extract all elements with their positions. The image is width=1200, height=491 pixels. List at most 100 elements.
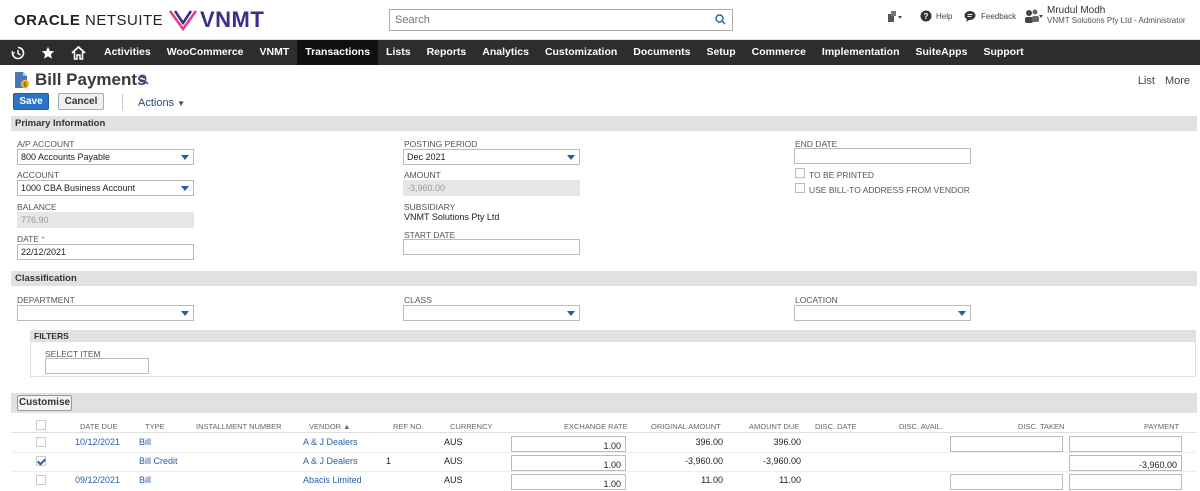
start-date-field[interactable] — [403, 239, 580, 255]
dropdown-arrow-icon — [181, 311, 189, 316]
cancel-button[interactable]: Cancel — [58, 93, 104, 110]
select-item-field[interactable] — [45, 358, 149, 374]
nav-item-analytics[interactable]: Analytics — [474, 40, 537, 65]
oracle-netsuite-logo[interactable]: ORACLE NETSUITE — [14, 12, 163, 29]
class-select[interactable] — [403, 305, 580, 321]
col-installment[interactable]: INSTALLMENT NUMBER — [196, 422, 282, 431]
row-apply-checkbox[interactable] — [36, 437, 46, 447]
to-be-printed-checkbox[interactable] — [795, 168, 805, 178]
end-date-field[interactable] — [794, 148, 971, 164]
department-select[interactable] — [17, 305, 194, 321]
row-vendor[interactable]: A & J Dealers — [303, 456, 358, 466]
row-exchange-rate[interactable]: 1.00 — [511, 474, 626, 490]
row-exchange-rate[interactable]: 1.00 — [511, 436, 626, 452]
recent-records-menu[interactable] — [886, 10, 902, 24]
row-apply-checkbox[interactable] — [36, 456, 46, 466]
account-select[interactable]: 1000 CBA Business Account — [17, 180, 194, 196]
customise-button[interactable]: Customise — [17, 395, 72, 411]
filters-panel: FILTERS SELECT ITEM — [30, 330, 1196, 377]
location-select[interactable] — [794, 305, 971, 321]
col-payment[interactable]: PAYMENT — [1144, 422, 1179, 431]
nav-item-transactions[interactable]: Transactions — [297, 40, 379, 65]
date-field[interactable]: 22/12/2021 — [17, 244, 194, 260]
nav-item-woocommerce[interactable]: WooCommerce — [159, 40, 252, 65]
row-disc-taken[interactable] — [950, 474, 1063, 490]
row-vendor[interactable]: Abacis Limited — [303, 475, 362, 485]
amount-field: -3,960.00 — [403, 180, 580, 196]
ap-account-select[interactable]: 800 Accounts Payable — [17, 149, 194, 165]
nav-item-vnmt[interactable]: VNMT — [252, 40, 298, 65]
posting-period-select[interactable]: Dec 2021 — [403, 149, 580, 165]
nav-item-customization[interactable]: Customization — [537, 40, 625, 65]
help-link[interactable]: ? Help — [920, 10, 952, 22]
main-nav: Activities WooCommerce VNMT Transactions Lis… — [0, 40, 1200, 65]
required-asterisk-icon: * — [41, 234, 45, 244]
ap-account-label: A/P ACCOUNT — [17, 139, 75, 149]
row-payment[interactable]: -3,960.00 — [1069, 455, 1182, 471]
ap-account-value: 800 Accounts Payable — [21, 152, 111, 162]
row-payment[interactable] — [1069, 436, 1182, 452]
nav-item-suiteapps[interactable]: SuiteApps — [908, 40, 976, 65]
row-type[interactable]: Bill — [139, 475, 151, 485]
classification-header[interactable]: Classification — [11, 271, 1197, 286]
account-label: ACCOUNT — [17, 170, 60, 180]
primary-info-header[interactable]: Primary Information — [11, 116, 1197, 131]
more-link[interactable]: More — [1165, 75, 1190, 87]
row-apply-checkbox[interactable] — [36, 475, 46, 485]
search-input[interactable] — [390, 10, 700, 30]
col-vendor[interactable]: VENDOR ▲ — [309, 422, 351, 431]
actions-menu[interactable]: Actions ▼ — [138, 97, 185, 109]
save-button[interactable]: Save — [13, 93, 49, 110]
col-currency[interactable]: CURRENCY — [450, 422, 493, 431]
col-disc-taken[interactable]: DISC. TAKEN — [1018, 422, 1064, 431]
col-exchange-rate[interactable]: EXCHANGE RATE — [564, 422, 628, 431]
row-type[interactable]: Bill — [139, 437, 151, 447]
nav-item-documents[interactable]: Documents — [625, 40, 698, 65]
row-vendor[interactable]: A & J Dealers — [303, 437, 358, 447]
select-all-checkbox[interactable] — [36, 420, 46, 430]
search-icon[interactable] — [715, 14, 726, 25]
col-disc-date[interactable]: DISC. DATE — [815, 422, 857, 431]
col-amount-due[interactable]: AMOUNT DUE — [749, 422, 799, 431]
nav-item-reports[interactable]: Reports — [419, 40, 475, 65]
col-original-amount[interactable]: ORIGINAL AMOUNT — [651, 422, 721, 431]
row-date-due[interactable]: 09/12/2021 — [75, 475, 120, 485]
top-header: ORACLE NETSUITE VNMT ? Help Feedback — [0, 0, 1200, 40]
header-divider — [11, 432, 1197, 433]
nav-item-lists[interactable]: Lists — [378, 40, 419, 65]
class-label: CLASS — [404, 295, 432, 305]
col-date-due[interactable]: DATE DUE — [80, 422, 117, 431]
recent-icon[interactable] — [6, 46, 30, 60]
user-name: Mrudul Modh — [1047, 5, 1106, 16]
nav-item-activities[interactable]: Activities — [96, 40, 159, 65]
col-ref-no[interactable]: REF NO. — [393, 422, 423, 431]
row-amount-due: 11.00 — [779, 475, 801, 485]
user-menu[interactable]: Mrudul Modh VNMT Solutions Pty Ltd - Adm… — [1023, 6, 1186, 26]
feedback-link[interactable]: Feedback — [964, 10, 1016, 22]
row-original-amount: 11.00 — [701, 475, 723, 485]
date-label: DATE * — [17, 234, 45, 244]
dropdown-arrow-icon — [181, 186, 189, 191]
col-disc-avail[interactable]: DISC. AVAIL. — [899, 422, 943, 431]
row-original-amount: 396.00 — [695, 437, 723, 447]
row-exchange-rate[interactable]: 1.00 — [511, 455, 626, 471]
col-type[interactable]: TYPE — [145, 422, 165, 431]
home-icon[interactable] — [66, 45, 90, 60]
star-icon[interactable] — [36, 46, 60, 60]
account-value: 1000 CBA Business Account — [21, 183, 136, 193]
row-date-due[interactable]: 10/12/2021 — [75, 437, 120, 447]
row-type[interactable]: Bill Credit — [139, 456, 178, 466]
location-label: LOCATION — [795, 295, 838, 305]
use-bill-to-checkbox[interactable] — [795, 183, 805, 193]
row-disc-taken[interactable] — [950, 436, 1063, 452]
row-original-amount: -3,960.00 — [684, 456, 723, 466]
row-payment[interactable] — [1069, 474, 1182, 490]
nav-item-setup[interactable]: Setup — [698, 40, 743, 65]
global-search[interactable] — [389, 9, 733, 31]
row-divider — [11, 452, 1197, 453]
title-search-icon[interactable] — [138, 74, 149, 85]
nav-item-commerce[interactable]: Commerce — [744, 40, 814, 65]
nav-item-implementation[interactable]: Implementation — [814, 40, 908, 65]
list-link[interactable]: List — [1138, 75, 1155, 87]
nav-item-support[interactable]: Support — [975, 40, 1031, 65]
